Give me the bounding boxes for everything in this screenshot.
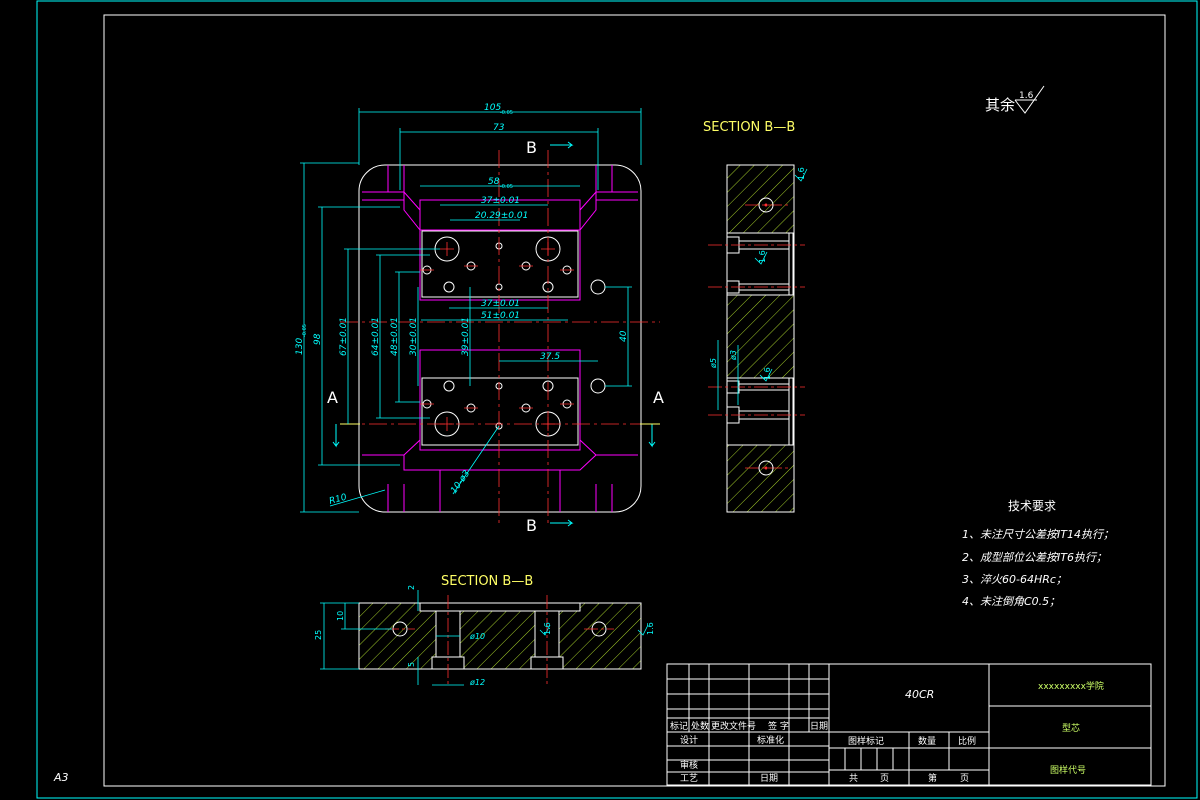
tb-scale-label: 比例 bbox=[958, 735, 976, 747]
side-rough-2: 1.6 bbox=[763, 367, 772, 380]
tb-header: 处数 bbox=[691, 720, 709, 732]
section-mark-b-bottom: B bbox=[526, 516, 537, 535]
tb-mark-label: 图样标记 bbox=[848, 735, 884, 747]
bottom-dim-d10: ø10 bbox=[469, 632, 485, 641]
hole-centers bbox=[420, 242, 574, 431]
tech-item: 4、未注倒角C0.5； bbox=[962, 595, 1060, 608]
side-dim-d5: ø5 bbox=[709, 358, 718, 369]
tb-sheet-label: 第 bbox=[928, 772, 937, 784]
bottom-dim-10: 10 bbox=[336, 611, 345, 621]
tech-item: 3、淬火60-64HRc； bbox=[962, 573, 1067, 586]
tb-standardize: 标准化 bbox=[757, 734, 784, 746]
dim-37-5: 37.5 bbox=[540, 352, 560, 362]
lower-insert bbox=[421, 377, 579, 446]
roughness-label: 其余 bbox=[985, 96, 1015, 114]
dim-37-top: 37±0.01 bbox=[481, 196, 520, 206]
dim-51: 51±0.01 bbox=[481, 311, 520, 321]
bottom-rough-2: 1.6 bbox=[646, 622, 655, 635]
dim-98: 98 bbox=[313, 333, 323, 345]
bottom-dim-2: 2 bbox=[407, 585, 416, 590]
dim-130: 130 bbox=[295, 338, 305, 355]
plan-center-lines bbox=[340, 150, 660, 525]
tb-header: 日期 bbox=[810, 721, 828, 732]
side-section-body bbox=[726, 164, 795, 513]
dim-20: 20.29±0.01 bbox=[475, 211, 528, 221]
side-dim-d3: ø3 bbox=[729, 350, 738, 361]
dim-radius: R10 bbox=[328, 493, 348, 507]
dim-73: 73 bbox=[493, 123, 505, 133]
dim-48: 48±0.01 bbox=[390, 317, 400, 356]
tb-qty-label: 数量 bbox=[918, 735, 936, 747]
tech-title: 技术要求 bbox=[1008, 499, 1056, 513]
tb-header: 签 字 bbox=[768, 720, 789, 732]
section-mark-a-right: A bbox=[653, 388, 664, 407]
tb-process: 工艺 bbox=[680, 773, 698, 784]
tech-requirements: 技术要求 1、未注尺寸公差按IT14执行； 2、成型部位公差按IT6执行； 3、… bbox=[962, 499, 1114, 608]
inner-drawing-frame bbox=[103, 14, 1166, 787]
section-mark-b-top: B bbox=[526, 138, 537, 157]
side-section-view: SECTION B—B ø5 ø3 1.6 1.6 1.6 bbox=[703, 120, 808, 513]
cad-drawing-canvas: A3 其余 1.6 B B A A 105 -0.05 73 58 -0.05 … bbox=[36, 0, 1198, 799]
tb-header: 标记 bbox=[670, 720, 688, 732]
tb-part-name: 型芯 bbox=[1062, 722, 1080, 734]
dim-58: 58 bbox=[488, 177, 500, 187]
tb-design: 设计 bbox=[680, 734, 698, 746]
dim-105: 105 bbox=[484, 103, 501, 113]
dim-40: 40 bbox=[619, 330, 629, 342]
outer-sheet-border bbox=[36, 0, 1198, 799]
section-mark-a-left: A bbox=[327, 388, 338, 407]
tech-item: 2、成型部位公差按IT6执行； bbox=[962, 551, 1107, 564]
plan-dimension-texts: 105 -0.05 73 58 -0.05 37±0.01 20.29±0.01… bbox=[295, 103, 629, 507]
tb-material: 40CR bbox=[905, 688, 934, 701]
roughness-symbol: 其余 1.6 bbox=[985, 85, 1045, 114]
tb-drawing-code: 图样代号 bbox=[1050, 764, 1086, 776]
side-rough-1: 1.6 bbox=[797, 167, 806, 180]
bottom-section-view: SECTION B—B 2 10 25 5 ø10 ø12 1.6 1.6 bbox=[314, 574, 655, 687]
roughness-value: 1.6 bbox=[1019, 91, 1034, 101]
tb-date: 日期 bbox=[760, 773, 778, 784]
dim-39: 39±0.01 bbox=[461, 317, 471, 356]
dim-130-tol: -0.05 bbox=[302, 324, 308, 337]
plan-view: B B A A 105 -0.05 73 58 -0.05 37±0.01 20… bbox=[295, 103, 664, 535]
bottom-dim-5: 5 bbox=[407, 662, 416, 667]
bottom-rough-1: 1.6 bbox=[543, 622, 552, 635]
dim-37-mid: 37±0.01 bbox=[481, 299, 520, 309]
dim-58-tol: -0.05 bbox=[500, 184, 513, 190]
side-rough-3: 1.6 bbox=[758, 250, 767, 263]
tb-school: xxxxxxxxx学院 bbox=[1038, 680, 1104, 692]
plan-dimension-lines bbox=[300, 108, 642, 513]
tb-total-label: 共 bbox=[849, 773, 858, 784]
bottom-dim-d12: ø12 bbox=[469, 678, 485, 687]
bottom-section-title: SECTION B—B bbox=[441, 574, 533, 589]
tb-review: 审核 bbox=[680, 759, 698, 771]
dim-105-tol: -0.05 bbox=[500, 110, 513, 116]
tb-page-label: 页 bbox=[880, 773, 889, 784]
dim-67: 67±0.01 bbox=[339, 317, 349, 356]
dim-hole-callout: 10-ø3 bbox=[449, 469, 472, 496]
tb-page-label-2: 页 bbox=[960, 773, 969, 784]
dim-64: 64±0.01 bbox=[371, 317, 381, 356]
tb-header: 更改文件号 bbox=[711, 720, 756, 732]
side-section-title: SECTION B—B bbox=[703, 120, 795, 135]
sheet-size-label: A3 bbox=[53, 771, 69, 784]
bottom-dim-25: 25 bbox=[314, 630, 323, 640]
dim-30: 30±0.01 bbox=[409, 317, 419, 356]
upper-insert bbox=[421, 230, 579, 298]
tech-item: 1、未注尺寸公差按IT14执行； bbox=[962, 528, 1114, 541]
